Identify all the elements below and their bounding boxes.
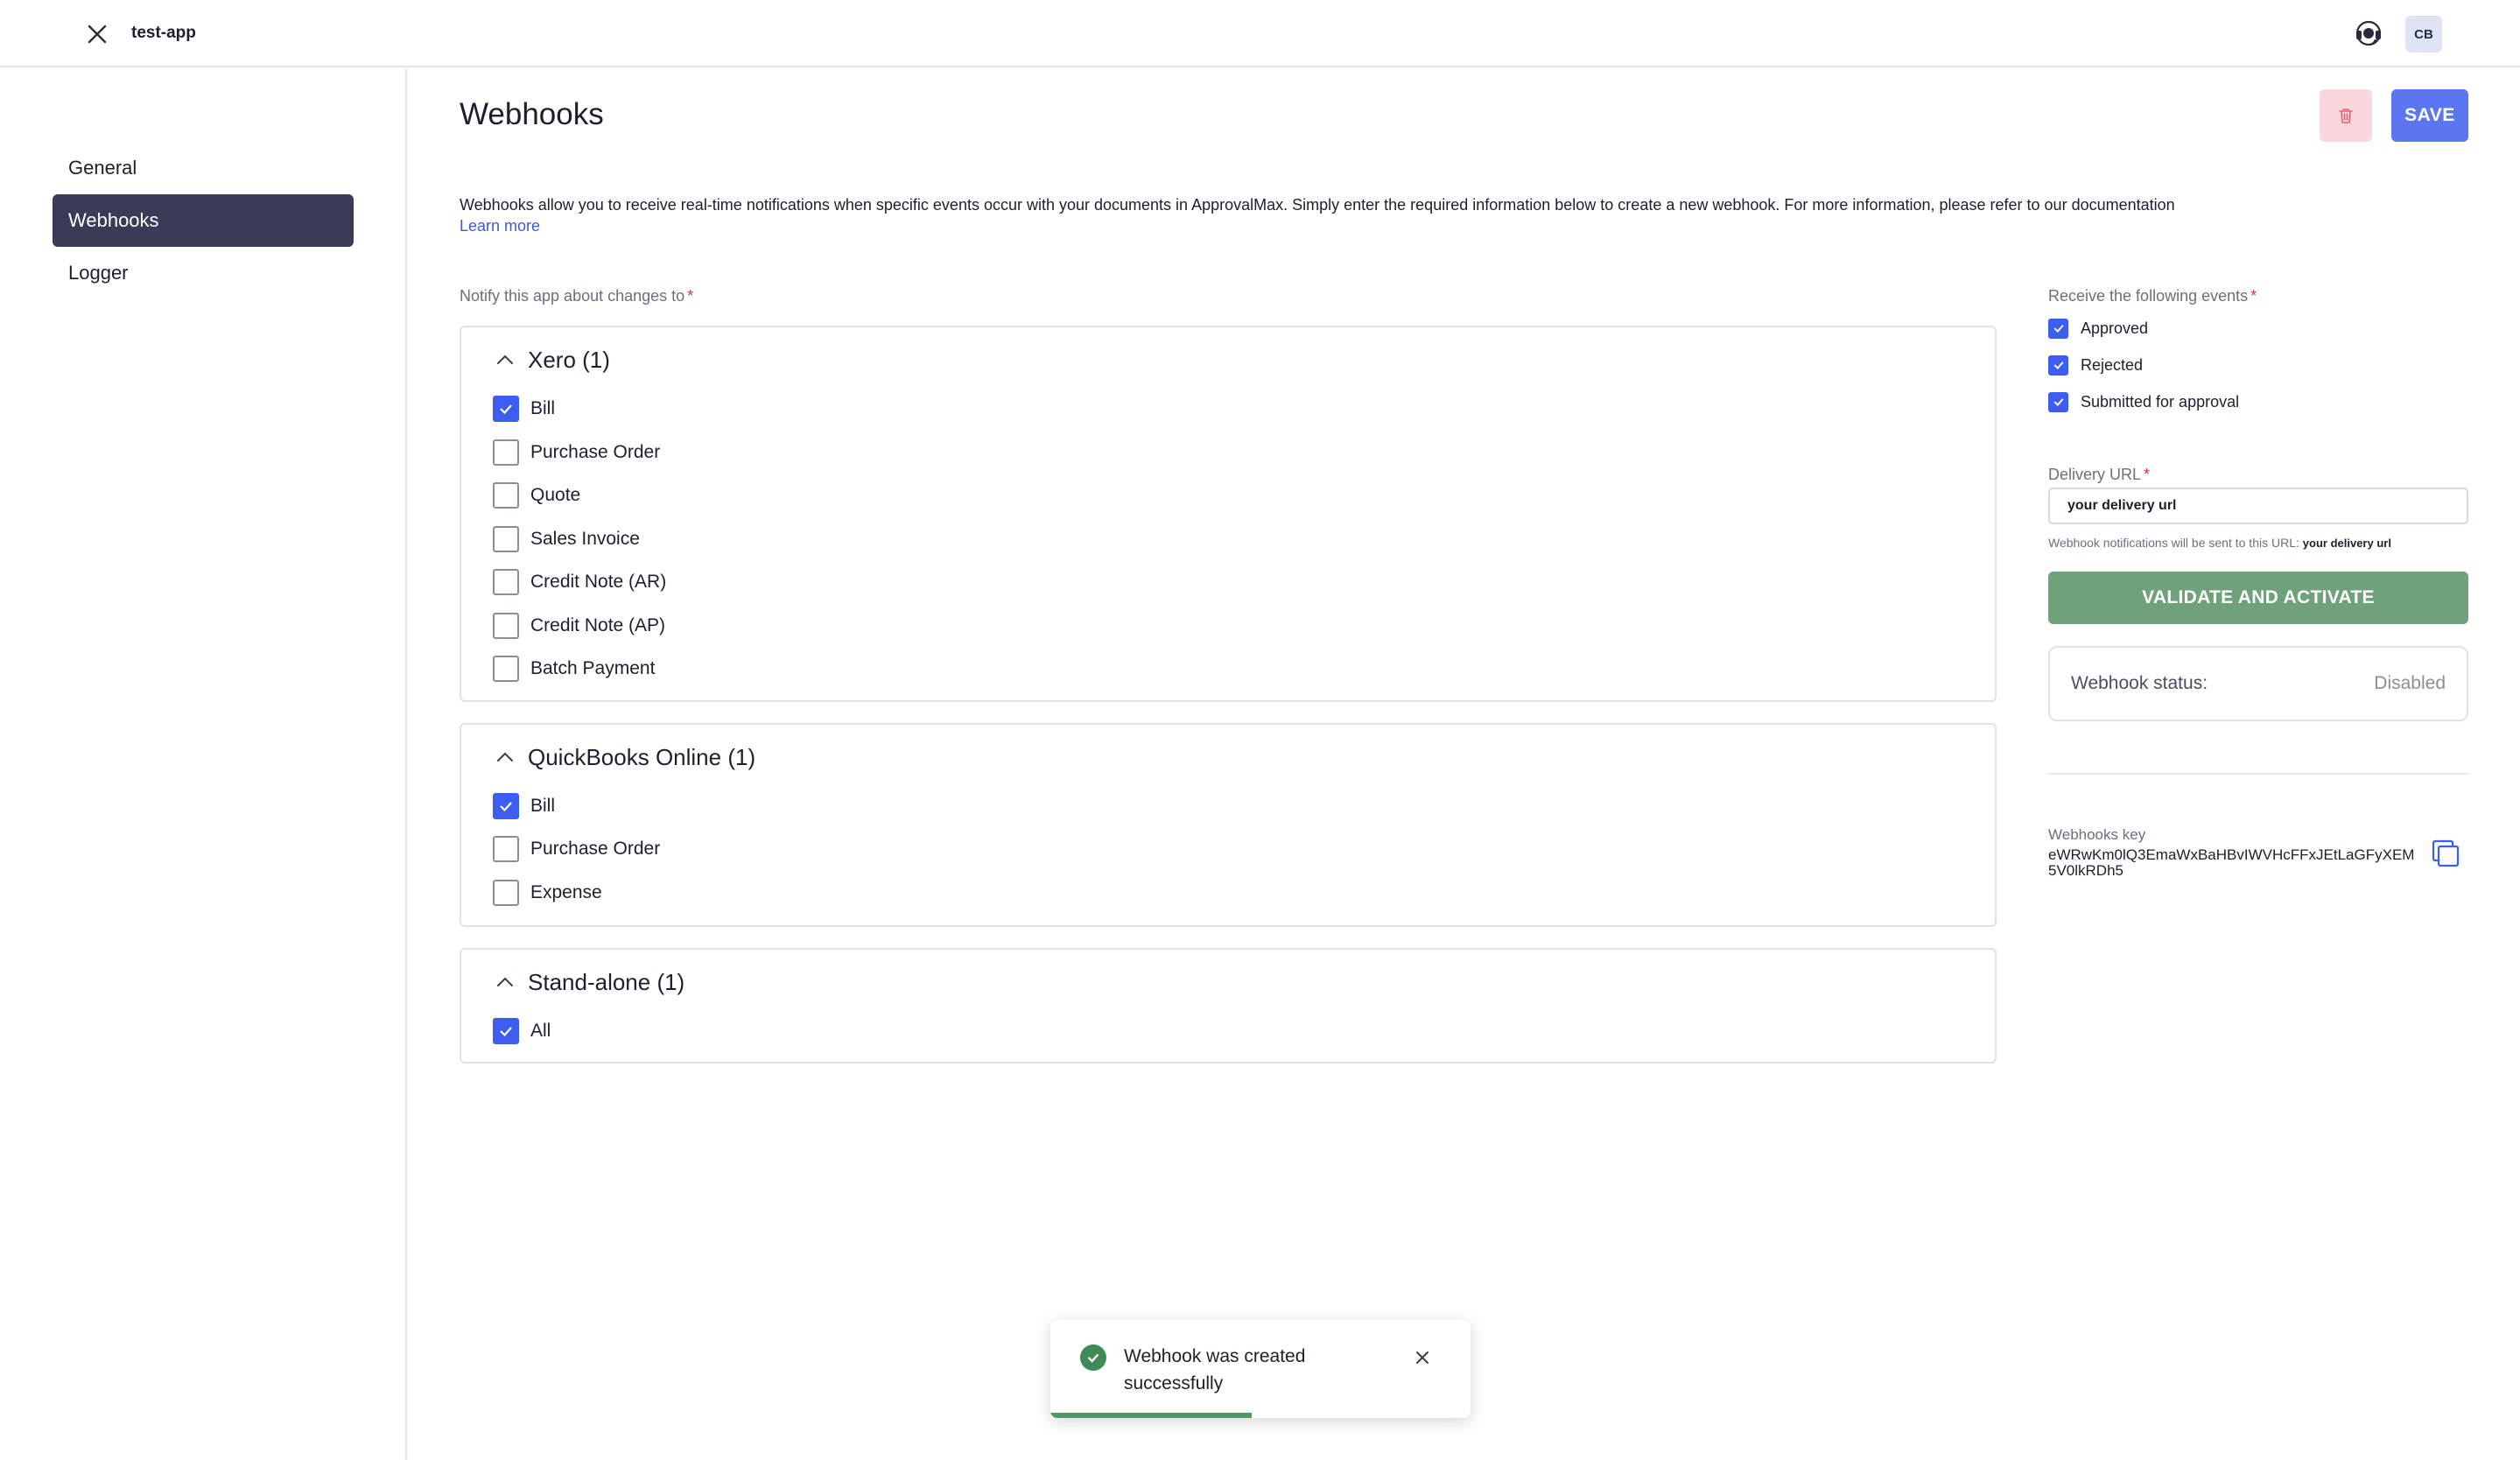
webhook-status-box: Webhook status: Disabled: [2048, 646, 2468, 721]
checkbox-standalone-all[interactable]: All: [493, 1016, 551, 1046]
check-icon: [2053, 361, 2064, 370]
delivery-url-hint: Webhook notifications will be sent to th…: [2048, 536, 2391, 550]
toast-message: Webhook was created successfully: [1124, 1346, 1306, 1393]
chevron-up-icon: [493, 745, 517, 769]
checkbox[interactable]: [2048, 391, 2068, 412]
close-icon: [88, 25, 107, 44]
checkbox[interactable]: [493, 569, 519, 595]
app-name: test-app: [131, 24, 196, 42]
checkbox-event-submitted[interactable]: Submitted for approval: [2048, 390, 2239, 413]
sidebar-item-general[interactable]: General: [53, 142, 354, 194]
sidebar-item-logger[interactable]: Logger: [53, 247, 354, 299]
trash-icon: [2339, 109, 2353, 123]
checkbox[interactable]: [493, 613, 519, 639]
checkbox-event-approved[interactable]: Approved: [2048, 317, 2148, 340]
checkbox-xero-batch-payment[interactable]: Batch Payment: [493, 654, 655, 684]
support-button[interactable]: [2351, 16, 2386, 51]
delete-button[interactable]: [2320, 89, 2372, 142]
checkbox-xero-sales-invoice[interactable]: Sales Invoice: [493, 524, 640, 554]
group-title: QuickBooks Online (1): [528, 743, 756, 770]
checkbox-xero-quote[interactable]: Quote: [493, 481, 580, 510]
checkbox[interactable]: [493, 656, 519, 682]
checkbox[interactable]: [493, 526, 519, 552]
checkbox[interactable]: [493, 793, 519, 819]
group-title: Xero (1): [528, 346, 610, 373]
checkbox[interactable]: [493, 880, 519, 906]
required-mark: *: [2250, 287, 2257, 305]
check-icon: [500, 404, 512, 415]
checkbox[interactable]: [2048, 318, 2068, 339]
group-standalone-header[interactable]: Stand-alone (1): [493, 967, 684, 997]
sidebar: General Webhooks Logger: [0, 68, 407, 1460]
webhook-status-label: Webhook status:: [2071, 673, 2208, 693]
top-bar: test-app CB: [0, 0, 2520, 67]
close-icon: [1416, 1351, 1428, 1364]
headset-icon: [2355, 20, 2382, 46]
copy-key-button[interactable]: [2428, 836, 2463, 871]
check-icon: [500, 802, 512, 812]
page-title: Webhooks: [460, 97, 604, 131]
checkbox-qbo-purchase-order[interactable]: Purchase Order: [493, 834, 660, 864]
checkbox-xero-credit-note-ar[interactable]: Credit Note (AR): [493, 567, 666, 597]
save-button[interactable]: SAVE: [2391, 89, 2468, 142]
group-xero: Xero (1) Bill Purchase Order Quote Sales…: [460, 326, 1997, 702]
webhook-status-value: Disabled: [2374, 673, 2446, 693]
chevron-up-icon: [493, 970, 517, 994]
avatar[interactable]: CB: [2405, 16, 2442, 53]
required-mark: *: [687, 287, 694, 305]
checkbox[interactable]: [493, 439, 519, 466]
validate-and-activate-button[interactable]: VALIDATE AND ACTIVATE: [2048, 572, 2468, 624]
group-standalone: Stand-alone (1) All: [460, 948, 1997, 1063]
check-icon: [2053, 325, 2064, 333]
notify-label: Notify this app about changes to *: [460, 287, 694, 305]
page-description: Webhooks allow you to receive real-time …: [460, 196, 2175, 214]
check-icon: [2053, 398, 2064, 407]
checkbox-xero-purchase-order[interactable]: Purchase Order: [493, 438, 660, 467]
events-label: Receive the following events *: [2048, 287, 2257, 305]
check-circle-icon: [1080, 1344, 1106, 1371]
delivery-url-input[interactable]: [2048, 488, 2468, 524]
checkbox[interactable]: [493, 836, 519, 862]
delivery-url-label: Delivery URL *: [2048, 466, 2151, 483]
checkbox-qbo-expense[interactable]: Expense: [493, 878, 602, 908]
webhooks-key-label: Webhooks key: [2048, 826, 2146, 843]
chevron-up-icon: [493, 347, 517, 372]
checkbox-event-rejected[interactable]: Rejected: [2048, 354, 2143, 376]
checkbox[interactable]: [2048, 354, 2068, 376]
close-button[interactable]: [81, 18, 114, 51]
checkbox-qbo-bill[interactable]: Bill: [493, 791, 555, 821]
required-mark: *: [2144, 466, 2151, 483]
success-toast: Webhook was created successfully: [1050, 1320, 1471, 1418]
group-title: Stand-alone (1): [528, 968, 685, 995]
learn-more-link[interactable]: Learn more: [460, 215, 540, 236]
check-icon: [500, 1027, 512, 1037]
group-quickbooks: QuickBooks Online (1) Bill Purchase Orde…: [460, 723, 1997, 927]
panel-divider: [2048, 773, 2468, 775]
sidebar-item-webhooks[interactable]: Webhooks: [53, 194, 354, 247]
group-xero-header[interactable]: Xero (1): [493, 345, 610, 375]
delivery-url-hint-value: your delivery url: [2302, 537, 2391, 550]
checkbox-xero-bill[interactable]: Bill: [493, 394, 555, 424]
checkbox-xero-credit-note-ap[interactable]: Credit Note (AP): [493, 611, 665, 641]
copy-icon: [2432, 839, 2460, 867]
checkbox[interactable]: [493, 482, 519, 509]
checkbox[interactable]: [493, 1018, 519, 1044]
webhooks-key-value: eWRwKm0lQ3EmaWxBaHBvIWVHcFFxJEtLaGFyXEM5…: [2048, 846, 2415, 879]
toast-close-button[interactable]: [1409, 1344, 1435, 1371]
group-quickbooks-header[interactable]: QuickBooks Online (1): [493, 742, 755, 772]
checkbox[interactable]: [493, 396, 519, 422]
toast-progress-bar: [1050, 1413, 1253, 1418]
